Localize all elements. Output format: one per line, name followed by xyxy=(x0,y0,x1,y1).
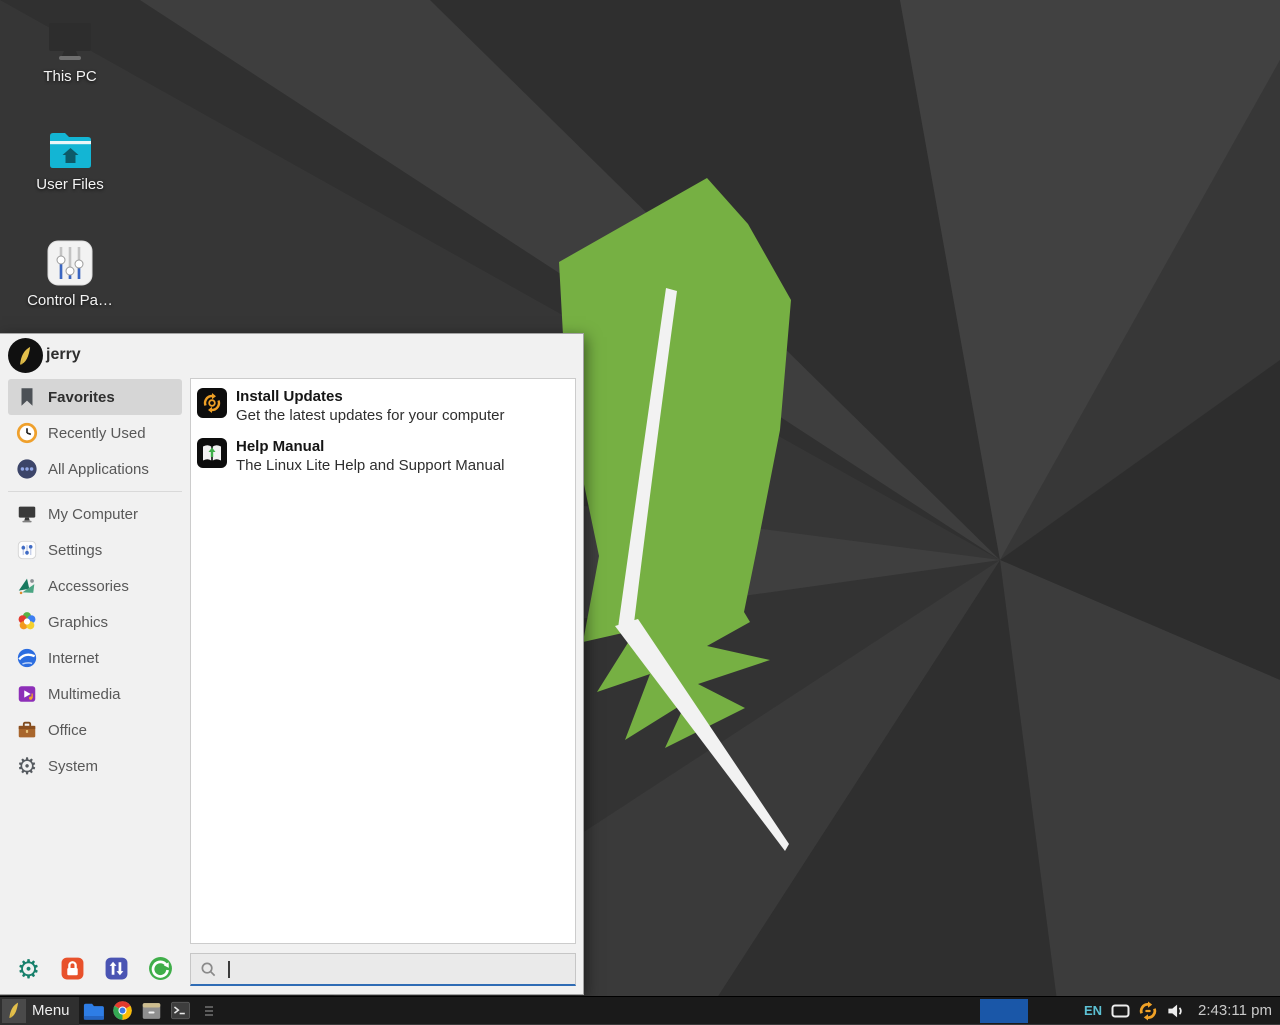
whisker-menu-window: jerry Favorites Recently Used All Appl xyxy=(0,333,584,995)
taskbar: Menu xyxy=(0,996,1280,1024)
taskbar-clock[interactable]: 2:43:11 pm xyxy=(1198,1002,1272,1019)
restart-button[interactable] xyxy=(147,955,174,982)
search-icon xyxy=(200,961,217,978)
chrome-icon xyxy=(112,1000,133,1021)
desktop-icon-label: Control Pa… xyxy=(22,292,118,309)
desktop-icon-user-files[interactable]: User Files xyxy=(22,130,118,193)
briefcase-icon xyxy=(15,718,39,742)
gear-wrench-icon: ⚙ xyxy=(17,956,40,982)
lock-screen-button[interactable] xyxy=(59,955,86,982)
list-item-subtitle: Get the latest updates for your computer xyxy=(236,406,504,426)
switch-user-arrows-icon xyxy=(104,956,129,981)
sidebar-item-graphics[interactable]: Graphics xyxy=(8,604,182,640)
user-avatar[interactable] xyxy=(8,338,43,373)
sidebar-item-my-computer[interactable]: My Computer xyxy=(8,496,182,532)
favorites-list: Install Updates Get the latest updates f… xyxy=(190,378,576,944)
bookmark-icon xyxy=(15,385,39,409)
archive-drawer-icon xyxy=(141,1002,162,1020)
update-circle-icon xyxy=(197,388,227,418)
sidebar-item-accessories[interactable]: Accessories xyxy=(8,568,182,604)
window-list-icon[interactable] xyxy=(195,997,224,1025)
list-item-install-updates[interactable]: Install Updates Get the latest updates f… xyxy=(194,382,572,432)
display-tray-icon[interactable] xyxy=(1111,1004,1130,1018)
sidebar-item-multimedia[interactable]: Multimedia xyxy=(8,676,182,712)
user-name: jerry xyxy=(46,346,81,364)
media-play-icon xyxy=(15,682,39,706)
text-caret xyxy=(228,961,230,978)
file-manager-launcher[interactable] xyxy=(79,997,108,1025)
sidebar-item-office[interactable]: Office xyxy=(8,712,182,748)
gear-icon: ⚙ xyxy=(15,754,39,778)
color-wheel-icon xyxy=(15,610,39,634)
home-folder-icon xyxy=(22,130,118,170)
desktop-icon-label: User Files xyxy=(22,176,118,193)
desktop-icon-this-pc[interactable]: This PC xyxy=(22,22,118,85)
sidebar-item-recently-used[interactable]: Recently Used xyxy=(8,415,182,451)
feather-icon xyxy=(15,345,37,367)
computer-icon xyxy=(22,22,118,62)
log-out-button[interactable] xyxy=(103,955,130,982)
archive-manager-launcher[interactable] xyxy=(137,997,166,1025)
file-manager-icon xyxy=(82,1001,104,1021)
feather-icon xyxy=(2,999,26,1023)
sliders-icon xyxy=(15,538,39,562)
clock-icon xyxy=(15,421,39,445)
sidebar-item-settings[interactable]: Settings xyxy=(8,532,182,568)
help-book-icon xyxy=(197,438,227,468)
settings-manager-button[interactable]: ⚙ xyxy=(15,955,42,982)
accessories-icon xyxy=(15,574,39,598)
control-panel-icon xyxy=(22,240,118,286)
list-item-help-manual[interactable]: Help Manual The Linux Lite Help and Supp… xyxy=(194,432,572,482)
menu-header: jerry xyxy=(0,334,583,378)
sidebar-item-all-applications[interactable]: All Applications xyxy=(8,451,182,487)
menu-button-label: Menu xyxy=(32,1002,70,1019)
list-item-title: Install Updates xyxy=(236,387,504,406)
globe-icon xyxy=(15,646,39,670)
language-indicator[interactable]: EN xyxy=(1084,1003,1102,1018)
desktop-icon-control-panel[interactable]: Control Pa… xyxy=(22,240,118,309)
sidebar-item-internet[interactable]: Internet xyxy=(8,640,182,676)
volume-icon[interactable] xyxy=(1166,1002,1185,1020)
restart-arrow-icon xyxy=(148,956,173,981)
list-item-title: Help Manual xyxy=(236,437,505,456)
computer-icon xyxy=(15,502,39,526)
apps-grid-icon xyxy=(15,457,39,481)
workspace-switcher-active[interactable] xyxy=(980,999,1028,1023)
updates-tray-icon[interactable] xyxy=(1137,1000,1159,1022)
search-input[interactable] xyxy=(190,953,576,986)
terminal-icon xyxy=(170,1001,191,1020)
chrome-browser-launcher[interactable] xyxy=(108,997,137,1025)
sidebar-item-system[interactable]: ⚙ System xyxy=(8,748,182,784)
menu-button[interactable]: Menu xyxy=(0,997,79,1025)
sidebar-item-favorites[interactable]: Favorites xyxy=(8,379,182,415)
list-item-subtitle: The Linux Lite Help and Support Manual xyxy=(236,456,505,476)
menu-action-buttons: ⚙ xyxy=(15,955,174,982)
desktop-icon-label: This PC xyxy=(22,68,118,85)
sidebar-separator xyxy=(8,491,182,492)
lock-icon xyxy=(60,956,85,981)
terminal-launcher[interactable] xyxy=(166,997,195,1025)
